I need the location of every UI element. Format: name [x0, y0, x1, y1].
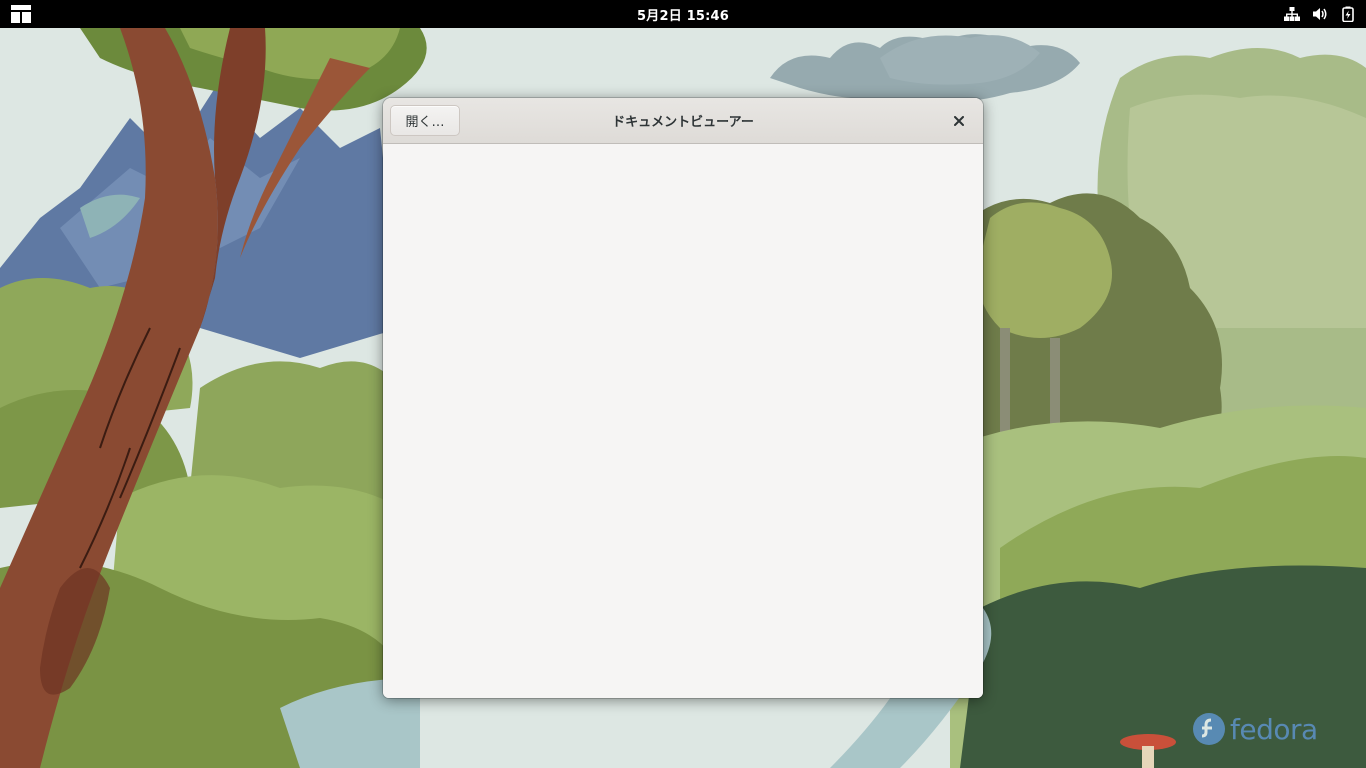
volume-icon: [1313, 8, 1327, 20]
system-status-menu[interactable]: [1284, 0, 1356, 28]
fedora-logo-text: fedora: [1230, 712, 1318, 746]
close-icon: [954, 116, 964, 126]
network-wired-icon: [1284, 7, 1300, 21]
top-bar: 5月2日 15:46: [0, 0, 1366, 28]
window-title: ドキュメントビューアー: [612, 115, 754, 130]
window-headerbar[interactable]: 開く… ドキュメントビューアー: [383, 98, 983, 144]
clock[interactable]: 5月2日 15:46: [637, 5, 729, 24]
document-viewer-window[interactable]: 開く… ドキュメントビューアー: [383, 98, 983, 698]
activities-grid-icon: [11, 5, 31, 23]
clock-container: 5月2日 15:46: [0, 0, 1366, 28]
fedora-logo: fedora: [1192, 711, 1318, 747]
document-content-area: [383, 144, 983, 698]
open-button[interactable]: 開く…: [390, 105, 460, 136]
fedora-logo-icon: [1193, 713, 1225, 745]
activities-button[interactable]: [6, 3, 36, 25]
battery-icon: [1342, 6, 1354, 22]
close-button[interactable]: [947, 109, 971, 133]
